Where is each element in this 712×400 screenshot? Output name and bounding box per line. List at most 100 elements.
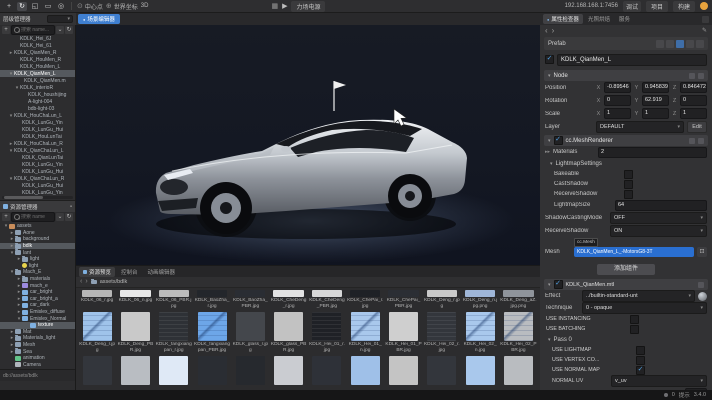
asset-node[interactable]: materials	[0, 276, 75, 283]
rect-tool-icon[interactable]: ▭	[43, 2, 53, 11]
assets-search-input[interactable]	[21, 214, 52, 220]
tab-console[interactable]: 控制台	[117, 267, 142, 277]
use-vertex-color-checkbox[interactable]	[636, 356, 645, 365]
hierarchy-node[interactable]: KDLK_Hei_61	[0, 42, 75, 49]
asset-node[interactable]: mach_e	[0, 282, 75, 289]
use-lightmap-checkbox[interactable]	[636, 346, 645, 355]
node-active-checkbox[interactable]	[545, 55, 554, 64]
asset-thumbnail[interactable]: KDLK_Hei_01_r.jpg	[308, 310, 346, 354]
asset-thumbnail[interactable]: KDLK_CheDeng_r.jpg	[269, 289, 307, 310]
asset-node[interactable]: car_bright	[0, 289, 75, 296]
hierarchy-node[interactable]: KDLK_HouMen_L	[0, 63, 75, 70]
asset-thumbnail[interactable]: KDLK_BaoZha_r.jpg	[193, 289, 231, 310]
prefab-button-4[interactable]	[686, 40, 694, 48]
assets-panel-header[interactable]: 资源管理器 ▪	[0, 200, 75, 212]
asset-node[interactable]: lant	[0, 249, 75, 256]
tab-hierarchy[interactable]: 层级管理器 ▾	[0, 13, 76, 25]
panel-options-icon[interactable]: ▪	[70, 204, 72, 210]
tab-service[interactable]: 服务	[615, 14, 634, 24]
asset-node[interactable]: background	[0, 236, 75, 243]
scale-tool-icon[interactable]: ◱	[30, 2, 40, 11]
asset-node[interactable]: Aone	[0, 230, 75, 237]
assets-search[interactable]	[11, 212, 55, 222]
hierarchy-hscrollbar[interactable]	[2, 196, 73, 199]
castshadow-checkbox[interactable]	[624, 180, 633, 189]
rotation-y-field[interactable]: 62.919	[642, 95, 669, 106]
hierarchy-filter-select[interactable]: ▾	[47, 15, 73, 23]
hierarchy-node[interactable]: KDLK_houshijing	[0, 91, 75, 98]
hierarchy-search-input[interactable]	[21, 27, 52, 33]
add-component-button[interactable]: 添加组件	[597, 264, 655, 275]
technique-select[interactable]: 0 - opaque	[582, 302, 707, 314]
hierarchy-node[interactable]: KDLK_QianChaLun_R	[0, 175, 75, 182]
prefab-button-3[interactable]	[676, 40, 684, 48]
asset-node[interactable]: Sea	[0, 348, 75, 355]
gear-icon[interactable]	[698, 138, 704, 144]
layer-edit-button[interactable]: Edit	[687, 121, 707, 133]
component-enabled-checkbox[interactable]	[554, 136, 563, 145]
tab-scene[interactable]: ● 场景编辑器	[78, 14, 120, 24]
move-tool-icon[interactable]: +	[4, 2, 14, 11]
asset-thumbnail[interactable]	[193, 354, 231, 385]
asset-thumbnail[interactable]: KDLK_Hei_01_n.jpg	[346, 310, 384, 354]
copy-icon[interactable]	[689, 138, 695, 144]
scale-y-field[interactable]: 1	[642, 108, 669, 119]
scale-z-field[interactable]: 1	[680, 108, 707, 119]
asset-node[interactable]: Mat	[0, 329, 75, 336]
receiveshadow-checkbox[interactable]	[624, 190, 633, 199]
hierarchy-node[interactable]: KDLK_LunGu_Yin	[0, 119, 75, 126]
use-instancing-checkbox[interactable]	[630, 315, 639, 324]
position-y-field[interactable]: 0.945839	[642, 82, 669, 93]
asset-node[interactable]: car_dark	[0, 302, 75, 309]
prefab-button-5[interactable]	[696, 40, 704, 48]
tab-inspector[interactable]: ●属性检查器	[543, 14, 583, 24]
create-node-button[interactable]: +	[2, 26, 10, 34]
pivot-toggle[interactable]: ⊙中心点	[77, 2, 103, 11]
asset-node[interactable]: bdlk	[0, 243, 75, 250]
lightmap-settings-header[interactable]: ▾ LightmapSettings	[540, 158, 712, 169]
position-x-field[interactable]: -0.89546	[604, 82, 631, 93]
asset-thumbnail[interactable]	[461, 354, 499, 385]
meshrenderer-section-header[interactable]: ▾ cc.MeshRenderer	[544, 135, 708, 146]
collapse-icon[interactable]: ⌄	[56, 213, 64, 221]
notification-label[interactable]: 提示	[679, 391, 690, 399]
node-section-header[interactable]: ▾ Node	[544, 70, 708, 81]
hierarchy-node[interactable]: KDLK_LunGu_Hui	[0, 126, 75, 133]
debug-badge[interactable]: 调试	[623, 1, 641, 12]
asset-thumbnail[interactable]: KDLK_06_r.jpg	[78, 289, 116, 310]
asset-thumbnail[interactable]: KDLK_Deng_r.jpg	[423, 289, 461, 310]
normal-uv-select[interactable]: v_uv	[611, 375, 707, 387]
hierarchy-node[interactable]: A-light-004	[0, 98, 75, 105]
asset-thumbnail[interactable]	[499, 354, 537, 385]
hierarchy-node[interactable]: KDLK_HouLunTai	[0, 133, 75, 140]
expand-all-icon[interactable]: ⌄	[56, 26, 64, 34]
panel-menu-icon[interactable]	[702, 16, 709, 23]
asset-thumbnail[interactable]: KDLK_Deng_aZ.jpg.png	[499, 289, 537, 310]
materials-count-field[interactable]: 2	[598, 147, 707, 158]
receiveshadow-select[interactable]: ON	[610, 225, 707, 237]
scale-x-field[interactable]: 1	[604, 108, 631, 119]
asset-thumbnail[interactable]	[308, 354, 346, 385]
run-target-select[interactable]: 力场电源	[291, 1, 325, 12]
rotation-x-field[interactable]: 0	[604, 95, 631, 106]
node-name-field[interactable]: KDLK_QianMen_L	[557, 54, 707, 66]
asset-thumbnail[interactable]	[384, 354, 422, 385]
asset-thumbnail[interactable]	[346, 354, 384, 385]
asset-node[interactable]: Materials_light	[0, 335, 75, 342]
pass-header[interactable]: ▾ Pass 0	[540, 334, 712, 345]
copy-icon[interactable]	[689, 73, 695, 79]
position-z-field[interactable]: 0.846472	[680, 82, 707, 93]
build-button[interactable]: 构建	[673, 1, 695, 12]
grid-icon[interactable]: ▦	[271, 2, 278, 10]
forward-icon[interactable]: ›	[85, 278, 87, 286]
browse-mesh-icon[interactable]: ⊡	[697, 247, 707, 257]
asset-thumbnail[interactable]: KDLK_Deng_n.jpg.png	[461, 289, 499, 310]
refresh-icon[interactable]: ↻	[65, 26, 73, 34]
layer-select[interactable]: DEFAULT	[596, 121, 684, 133]
asset-thumbnail[interactable]	[78, 354, 116, 385]
hierarchy-node[interactable]: KDLK_LunGu_Hui	[0, 168, 75, 175]
asset-node[interactable]: animation	[0, 355, 75, 362]
prefab-button-2[interactable]	[666, 40, 674, 48]
hierarchy-node[interactable]: KDLK_HouMen_R	[0, 56, 75, 63]
history-back-icon[interactable]: ‹	[545, 26, 548, 35]
